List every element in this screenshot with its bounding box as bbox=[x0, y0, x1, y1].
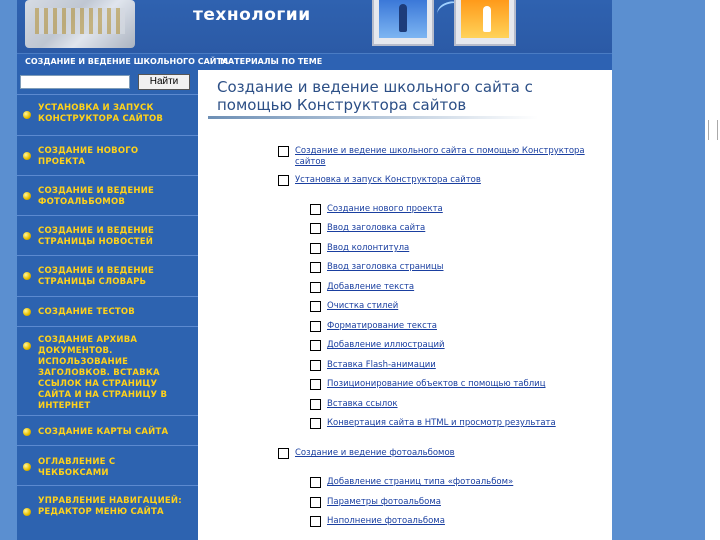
monitor-image-1 bbox=[372, 0, 434, 46]
toc-link[interactable]: Конвертация сайта в HTML и просмотр резу… bbox=[327, 418, 556, 429]
toc-link[interactable]: Создание нового проекта bbox=[327, 204, 443, 215]
bullet-icon bbox=[23, 152, 31, 160]
toc-link[interactable]: Наполнение фотоальбома bbox=[327, 516, 445, 527]
sidebar-item-news[interactable]: СОЗДАНИЕ И ВЕДЕНИЕ СТРАНИЦЫ НОВОСТЕЙ bbox=[17, 215, 198, 255]
sidebar-item-label: СОЗДАНИЕ И ВЕДЕНИЕ СТРАНИЦЫ НОВОСТЕЙ bbox=[38, 226, 155, 247]
nav-item-materials[interactable]: МАТЕРИАЛЫ ПО ТЕМЕ bbox=[220, 57, 322, 66]
main-content: Создание и ведение школьного сайта с пом… bbox=[198, 70, 612, 540]
sidebar-item-label: СОЗДАНИЕ АРХИВА ДОКУМЕНТОВ. ИСПОЛЬЗОВАНИ… bbox=[38, 335, 168, 411]
sidebar-item-label: СОЗДАНИЕ КАРТЫ САЙТА bbox=[38, 427, 169, 437]
toc-link[interactable]: Форматирование текста bbox=[327, 321, 437, 332]
checkbox[interactable] bbox=[310, 223, 321, 234]
sidebar-item-tests[interactable]: СОЗДАНИЕ ТЕСТОВ bbox=[17, 296, 198, 326]
sidebar-item-label: СОЗДАНИЕ И ВЕДЕНИЕ СТРАНИЦЫ СЛОВАРЬ bbox=[38, 266, 155, 287]
toc-link[interactable]: Установка и запуск Конструктора сайтов bbox=[295, 175, 481, 186]
page-title: Создание и ведение школьного сайта с пом… bbox=[217, 78, 533, 114]
checkbox[interactable] bbox=[310, 399, 321, 410]
page-frame: технологии СОЗДАНИЕ И ВЕДЕНИЕ ШКОЛЬНОГО … bbox=[17, 0, 612, 540]
toc-link[interactable]: Вставка ссылок bbox=[327, 399, 398, 410]
monitor-image-2 bbox=[454, 0, 516, 46]
toc-link[interactable]: Ввод заголовка сайта bbox=[327, 223, 425, 234]
sidebar-item-toc-checkboxes[interactable]: ОГЛАВЛЕНИЕ С ЧЕКБОКСАМИ bbox=[17, 445, 198, 485]
title-underline bbox=[208, 116, 538, 119]
sidebar-item-label: СОЗДАНИЕ И ВЕДЕНИЕ ФОТОАЛЬБОМОВ bbox=[38, 186, 155, 207]
checkbox[interactable] bbox=[310, 262, 321, 273]
toc-link[interactable]: Создание и ведение фотоальбомов bbox=[295, 448, 455, 459]
sidebar-item-label: СОЗДАНИЕ ТЕСТОВ bbox=[38, 307, 135, 317]
sidebar-item-navigation[interactable]: УПРАВЛЕНИЕ НАВИГАЦИЕЙ: РЕДАКТОР МЕНЮ САЙ… bbox=[17, 485, 198, 540]
toc-link[interactable]: Ввод колонтитула bbox=[327, 243, 409, 254]
checkbox[interactable] bbox=[310, 477, 321, 488]
sidebar-item-label: УСТАНОВКА И ЗАПУСК КОНСТРУКТОРА САЙТОВ bbox=[38, 103, 164, 124]
checkbox[interactable] bbox=[310, 282, 321, 293]
bullet-icon bbox=[23, 111, 31, 119]
sidebar-item-new-project[interactable]: СОЗДАНИЕ НОВОГО ПРОЕКТА bbox=[17, 135, 198, 175]
checkbox[interactable] bbox=[278, 175, 289, 186]
checkbox[interactable] bbox=[278, 448, 289, 459]
window-scrollbar[interactable] bbox=[705, 0, 720, 540]
checkbox[interactable] bbox=[310, 321, 321, 332]
toc-link[interactable]: Создание и ведение школьного сайта с пом… bbox=[295, 146, 595, 168]
network-cable-image bbox=[25, 0, 135, 48]
bullet-icon bbox=[23, 192, 31, 200]
sidebar-item-dictionary[interactable]: СОЗДАНИЕ И ВЕДЕНИЕ СТРАНИЦЫ СЛОВАРЬ bbox=[17, 255, 198, 296]
checkbox[interactable] bbox=[310, 360, 321, 371]
bullet-icon bbox=[23, 463, 31, 471]
checkbox[interactable] bbox=[310, 243, 321, 254]
sidebar: Найти УСТАНОВКА И ЗАПУСК КОНСТРУКТОРА СА… bbox=[17, 70, 198, 540]
checkbox[interactable] bbox=[278, 146, 289, 157]
toc-link[interactable]: Вставка Flash-анимации bbox=[327, 360, 436, 371]
search-button[interactable]: Найти bbox=[138, 74, 190, 90]
toc-link[interactable]: Позиционирование объектов с помощью табл… bbox=[327, 379, 546, 390]
sidebar-item-label: ОГЛАВЛЕНИЕ С ЧЕКБОКСАМИ bbox=[38, 457, 116, 478]
bullet-icon bbox=[23, 342, 31, 350]
checkbox[interactable] bbox=[310, 418, 321, 429]
bullet-icon bbox=[23, 508, 31, 516]
sidebar-item-install[interactable]: УСТАНОВКА И ЗАПУСК КОНСТРУКТОРА САЙТОВ bbox=[17, 94, 198, 135]
toc-link[interactable]: Добавление текста bbox=[327, 282, 414, 293]
checkbox[interactable] bbox=[310, 516, 321, 527]
logo-text: технологии bbox=[193, 5, 311, 25]
toc-link[interactable]: Добавление иллюстраций bbox=[327, 340, 445, 351]
checkbox[interactable] bbox=[310, 497, 321, 508]
sidebar-item-label: УПРАВЛЕНИЕ НАВИГАЦИЕЙ: РЕДАКТОР МЕНЮ САЙ… bbox=[38, 496, 182, 517]
bullet-icon bbox=[23, 272, 31, 280]
bullet-icon bbox=[23, 232, 31, 240]
checkbox[interactable] bbox=[310, 340, 321, 351]
toc-link[interactable]: Ввод заголовка страницы bbox=[327, 262, 444, 273]
checkbox[interactable] bbox=[310, 379, 321, 390]
bullet-icon bbox=[23, 428, 31, 436]
checkbox[interactable] bbox=[310, 301, 321, 312]
toc-link[interactable]: Параметры фотоальбома bbox=[327, 497, 441, 508]
top-nav: СОЗДАНИЕ И ВЕДЕНИЕ ШКОЛЬНОГО САЙТА МАТЕР… bbox=[17, 53, 612, 71]
checkbox[interactable] bbox=[310, 204, 321, 215]
search-input[interactable] bbox=[20, 75, 130, 89]
sidebar-item-photoalbums[interactable]: СОЗДАНИЕ И ВЕДЕНИЕ ФОТОАЛЬБОМОВ bbox=[17, 175, 198, 215]
bullet-icon bbox=[23, 308, 31, 316]
sidebar-item-label: СОЗДАНИЕ НОВОГО ПРОЕКТА bbox=[38, 146, 139, 167]
toc-link[interactable]: Очистка стилей bbox=[327, 301, 398, 312]
header-banner: технологии bbox=[17, 0, 612, 53]
toc-link[interactable]: Добавление страниц типа «фотоальбом» bbox=[327, 477, 513, 488]
search-bar: Найти bbox=[20, 74, 198, 91]
sidebar-item-archive[interactable]: СОЗДАНИЕ АРХИВА ДОКУМЕНТОВ. ИСПОЛЬЗОВАНИ… bbox=[17, 326, 198, 415]
sidebar-item-sitemap[interactable]: СОЗДАНИЕ КАРТЫ САЙТА bbox=[17, 415, 198, 445]
nav-item-school-site[interactable]: СОЗДАНИЕ И ВЕДЕНИЕ ШКОЛЬНОГО САЙТА bbox=[25, 57, 228, 66]
